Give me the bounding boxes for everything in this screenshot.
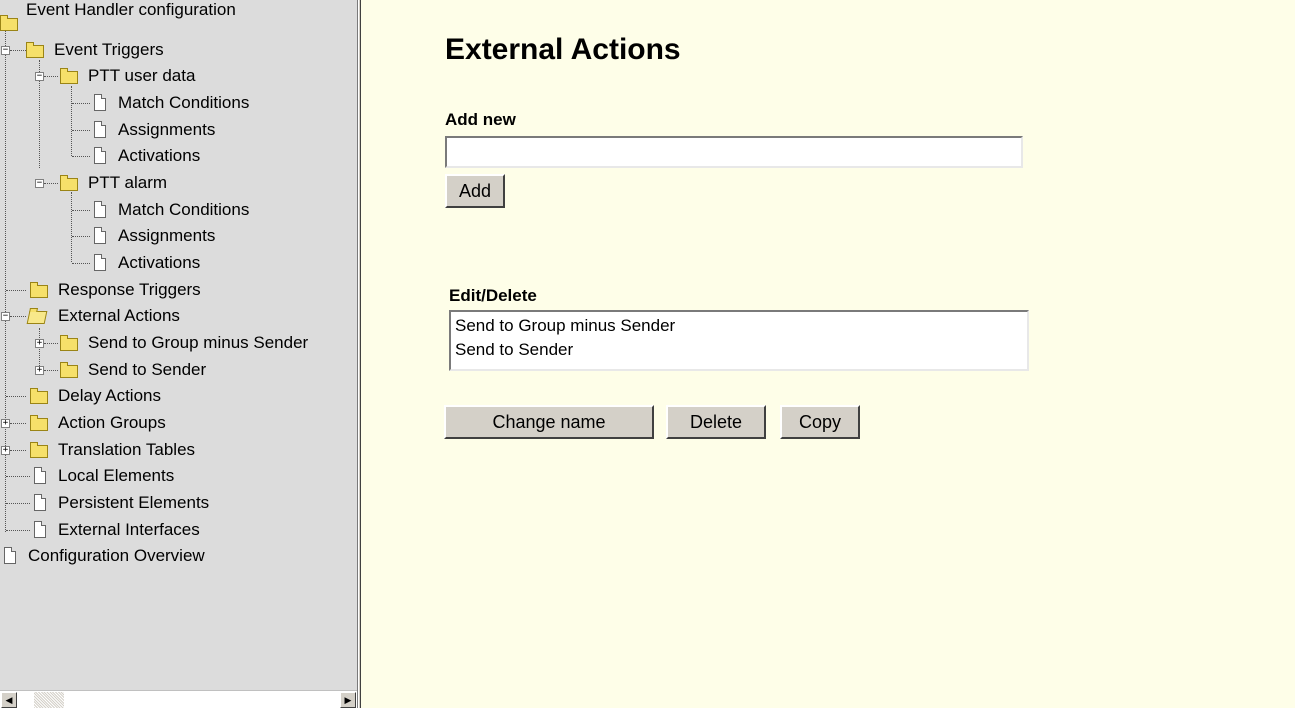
expand-icon[interactable]: + (35, 339, 44, 348)
tree-item-label: Local Elements (58, 466, 175, 485)
page-icon (34, 494, 46, 511)
collapse-icon[interactable]: − (35, 72, 44, 81)
page-title: External Actions (445, 33, 681, 66)
tree-item-label: Send to Sender (88, 360, 207, 379)
page-icon (34, 467, 46, 484)
page-icon (94, 94, 106, 111)
navigation-tree-panel: Event Handler configuration − Event Trig… (0, 0, 358, 708)
tree-item-label: Translation Tables (58, 440, 196, 459)
tree-item-label: Send to Group minus Sender (88, 333, 309, 352)
tree-item-label: External Actions (58, 306, 180, 325)
horizontal-scrollbar[interactable]: ◀ ▶ (0, 690, 357, 708)
tree-item-label: PTT user data (88, 66, 196, 85)
tree-item-label: Activations (118, 146, 201, 165)
folder-icon (0, 15, 18, 31)
folder-icon (60, 175, 78, 191)
external-actions-listbox[interactable]: Send to Group minus Sender Send to Sende… (449, 310, 1029, 371)
add-new-label: Add new (445, 110, 516, 129)
tree-item-label: Match Conditions (118, 93, 250, 112)
tree-item-label: Response Triggers (58, 280, 201, 299)
collapse-icon[interactable]: − (35, 179, 44, 188)
tree-connector (71, 86, 72, 156)
tree-item-label: Assignments (118, 120, 216, 139)
edit-delete-label: Edit/Delete (449, 286, 537, 305)
list-option[interactable]: Send to Group minus Sender (455, 314, 1023, 338)
folder-icon (26, 42, 44, 58)
folder-icon (30, 282, 48, 298)
add-button[interactable]: Add (445, 174, 505, 208)
tree-item-label: Configuration Overview (28, 546, 205, 565)
tree-item-label: Delay Actions (58, 386, 161, 405)
collapse-icon[interactable]: − (1, 312, 10, 321)
tree-item-label: Event Handler configuration (26, 0, 236, 19)
scrollbar-thumb[interactable] (34, 692, 64, 708)
tree-item-label: PTT alarm (88, 173, 168, 192)
page-icon (94, 147, 106, 164)
tree-item-label: Activations (118, 253, 201, 272)
folder-icon (30, 388, 48, 404)
tree-connector (39, 328, 40, 368)
page-icon (94, 227, 106, 244)
page-icon (34, 521, 46, 538)
expand-icon[interactable]: + (1, 446, 10, 455)
tree-item-label: Persistent Elements (58, 493, 210, 512)
folder-icon (60, 68, 78, 84)
main-content: External Actions Add new Add Edit/Delete… (361, 0, 1295, 708)
folder-icon (60, 362, 78, 378)
tree-item-label: External Interfaces (58, 520, 200, 539)
delete-button[interactable]: Delete (666, 405, 766, 439)
folder-icon (30, 415, 48, 431)
page-icon (94, 201, 106, 218)
list-option[interactable]: Send to Sender (455, 338, 1023, 362)
tree-item-label: Assignments (118, 226, 216, 245)
scroll-right-icon[interactable]: ▶ (340, 692, 356, 708)
page-icon (94, 254, 106, 271)
collapse-icon[interactable]: − (1, 46, 10, 55)
tree-item-label: Action Groups (58, 413, 166, 432)
copy-button[interactable]: Copy (780, 405, 860, 439)
folder-icon (30, 442, 48, 458)
new-action-name-input[interactable] (445, 136, 1023, 168)
page-icon (4, 547, 16, 564)
expand-icon[interactable]: + (1, 419, 10, 428)
tree-connector (71, 192, 72, 262)
scroll-left-icon[interactable]: ◀ (1, 692, 17, 708)
tree-item-label: Match Conditions (118, 200, 250, 219)
change-name-button[interactable]: Change name (444, 405, 654, 439)
folder-icon (60, 335, 78, 351)
tree-item-label: Event Triggers (54, 40, 164, 59)
tree-connector (5, 26, 6, 532)
page-icon (94, 121, 106, 138)
expand-icon[interactable]: + (35, 366, 44, 375)
open-folder-icon (26, 311, 48, 324)
